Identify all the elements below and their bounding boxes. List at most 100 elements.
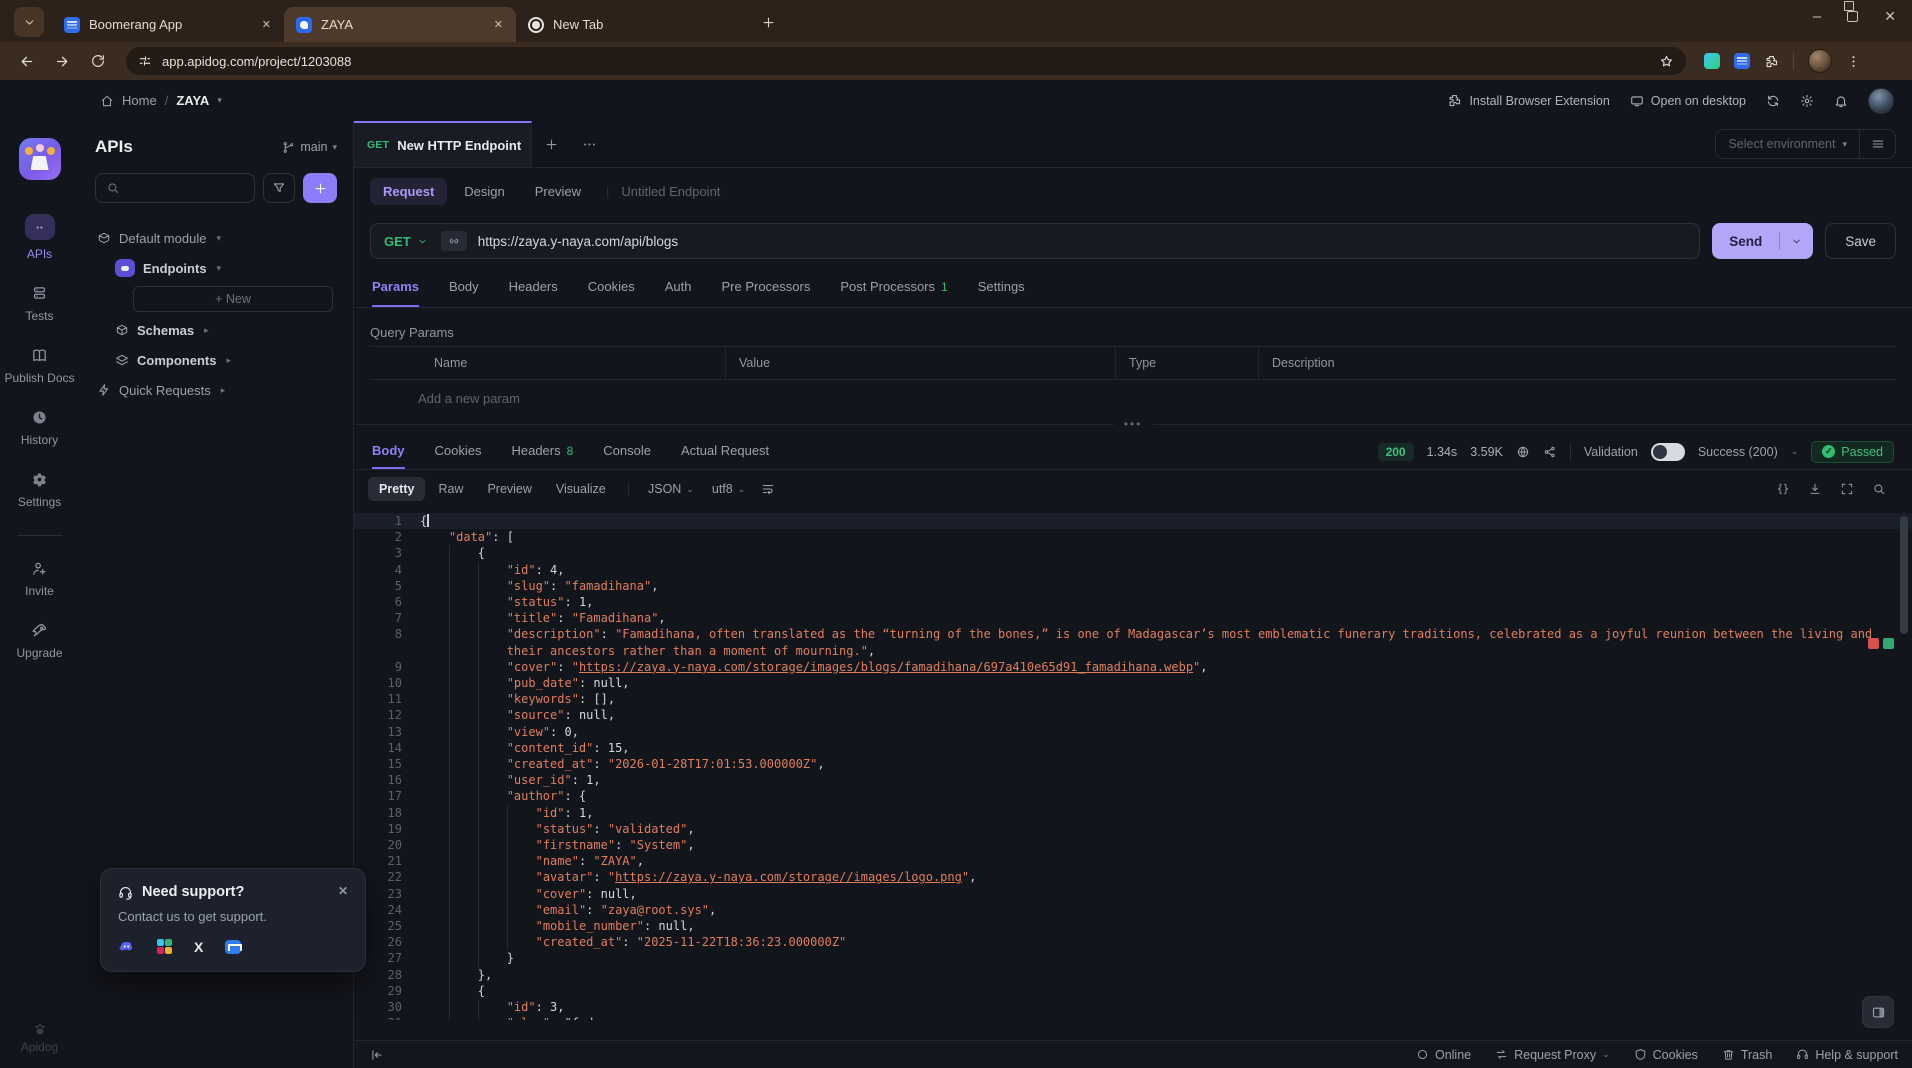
validation-result[interactable]: Success (200) [1698, 445, 1778, 459]
language-selector[interactable]: JSON⌄ [640, 477, 702, 501]
address-bar[interactable]: app.apidog.com/project/1203088 [126, 47, 1686, 75]
breadcrumb-home[interactable]: Home [122, 93, 157, 108]
rail-item-settings[interactable]: Settings [4, 471, 76, 509]
request-tab-post-processors[interactable]: Post Processors1 [840, 268, 947, 307]
rail-item-invite[interactable]: Invite [4, 560, 76, 598]
forward-button[interactable] [48, 47, 76, 75]
discord-icon[interactable] [118, 938, 135, 955]
response-tab-actual-request[interactable]: Actual Request [681, 434, 769, 469]
response-tab-cookies[interactable]: Cookies [435, 434, 482, 469]
base-url-icon[interactable] [441, 231, 467, 251]
request-nav-preview[interactable]: Preview [522, 178, 594, 205]
extension-1-icon[interactable] [1704, 53, 1720, 69]
browser-tab[interactable]: Boomerang App✕ [52, 7, 284, 42]
fullscreen-icon[interactable] [1840, 482, 1854, 496]
encoding-selector[interactable]: utf8⌄ [704, 477, 753, 501]
tree-item-components[interactable]: Components▸ [95, 345, 337, 375]
add-endpoint-tab-button[interactable] [532, 121, 570, 167]
method-selector[interactable]: GET [371, 234, 441, 249]
extensions-puzzle-icon[interactable] [1764, 54, 1779, 69]
close-support-icon[interactable]: ✕ [338, 884, 348, 898]
home-icon[interactable] [100, 94, 114, 108]
response-tab-body[interactable]: Body [372, 434, 405, 469]
browser-profile-avatar[interactable] [1808, 49, 1832, 73]
add-api-button[interactable] [303, 173, 337, 203]
download-icon[interactable] [1808, 482, 1822, 496]
back-button[interactable] [12, 47, 40, 75]
site-settings-icon[interactable] [138, 54, 152, 68]
collapse-sidebar-icon[interactable] [370, 1048, 384, 1062]
branch-selector[interactable]: main ▾ [282, 140, 337, 154]
environment-selector[interactable]: Select environment▾ [1716, 130, 1859, 159]
viewer-mode-visualize[interactable]: Visualize [545, 477, 617, 501]
add-param-row[interactable]: Add a new param [370, 380, 1896, 416]
close-tab-icon[interactable]: ✕ [491, 15, 506, 34]
rail-item-upgrade[interactable]: Upgrade [4, 622, 76, 660]
send-button[interactable]: Send [1712, 223, 1813, 259]
viewer-mode-raw[interactable]: Raw [427, 477, 474, 501]
panel-toggle-button[interactable] [1862, 996, 1894, 1028]
endpoint-tab[interactable]: GET New HTTP Endpoint [354, 121, 532, 167]
close-window-button[interactable]: ✕ [1884, 8, 1896, 25]
word-wrap-icon[interactable] [761, 482, 775, 496]
scrollbar-thumb[interactable] [1900, 516, 1908, 634]
minimize-button[interactable]: – [1813, 8, 1821, 25]
send-options-caret[interactable] [1779, 232, 1813, 250]
tab-search-button[interactable] [14, 7, 44, 37]
search-field[interactable] [128, 181, 244, 196]
statusbar-cookies[interactable]: Cookies [1634, 1048, 1698, 1062]
validation-toggle[interactable] [1651, 443, 1685, 461]
request-tab-headers[interactable]: Headers [509, 268, 558, 307]
tab-more-button[interactable] [570, 121, 608, 167]
browser-tab[interactable]: New Tab [516, 7, 748, 42]
rail-item-publish-docs[interactable]: Publish Docs [4, 347, 76, 385]
image-mark-green-icon[interactable] [1883, 638, 1894, 649]
request-nav-request[interactable]: Request [370, 178, 447, 205]
globe-icon[interactable] [1516, 445, 1530, 459]
request-tab-pre-processors[interactable]: Pre Processors [721, 268, 810, 307]
new-tab-button[interactable] [754, 8, 782, 36]
open-desktop-button[interactable]: Open on desktop [1630, 94, 1746, 108]
statusbar-online[interactable]: Online [1416, 1048, 1471, 1062]
response-body-editor[interactable]: 1{2"data": [3{4"id": 4,5"slug": "famadih… [354, 508, 1912, 1040]
request-tab-auth[interactable]: Auth [665, 268, 692, 307]
slack-icon[interactable] [157, 939, 172, 954]
mail-icon[interactable] [225, 940, 241, 954]
response-tab-console[interactable]: Console [603, 434, 651, 469]
request-tab-cookies[interactable]: Cookies [588, 268, 635, 307]
rail-item-history[interactable]: History [4, 409, 76, 447]
filter-button[interactable] [263, 173, 295, 203]
new-endpoint-button[interactable]: + New [133, 286, 333, 312]
install-extension-button[interactable]: Install Browser Extension [1447, 93, 1609, 108]
save-button[interactable]: Save [1825, 223, 1896, 259]
project-logo[interactable] [19, 138, 61, 180]
breadcrumb-project[interactable]: ZAYA [176, 93, 209, 108]
restore-button[interactable] [1847, 11, 1858, 22]
bookmark-star-icon[interactable] [1659, 54, 1674, 69]
tree-item-schemas[interactable]: Schemas▸ [95, 315, 337, 345]
tree-item-default-module[interactable]: Default module▾ [95, 223, 337, 253]
search-response-icon[interactable] [1872, 482, 1886, 496]
extension-2-icon[interactable] [1734, 53, 1750, 69]
tree-item-quick-requests[interactable]: Quick Requests▸ [95, 375, 337, 405]
panel-splitter[interactable]: ••• [354, 416, 1912, 434]
notifications-bell-icon[interactable] [1834, 94, 1848, 108]
refresh-icon[interactable] [1766, 94, 1780, 108]
format-braces-icon[interactable] [1776, 482, 1790, 496]
request-tab-settings[interactable]: Settings [978, 268, 1025, 307]
viewer-mode-pretty[interactable]: Pretty [368, 477, 425, 501]
close-tab-icon[interactable]: ✕ [259, 15, 274, 34]
search-input[interactable] [95, 173, 255, 203]
request-url[interactable]: https://zaya.y-naya.com/api/blogs [478, 234, 678, 249]
browser-menu-icon[interactable] [1846, 54, 1861, 69]
statusbar-request-proxy[interactable]: Request Proxy⌄ [1495, 1048, 1610, 1062]
response-tab-headers[interactable]: Headers8 [511, 434, 573, 469]
project-caret-icon[interactable]: ▾ [217, 95, 222, 106]
share-icon[interactable] [1543, 445, 1557, 459]
settings-gear-icon[interactable] [1800, 94, 1814, 108]
viewer-mode-preview[interactable]: Preview [476, 477, 542, 501]
statusbar-trash[interactable]: Trash [1722, 1048, 1773, 1062]
image-mark-red-icon[interactable] [1868, 638, 1879, 649]
rail-item-apis[interactable]: APIs [4, 214, 76, 261]
x-icon[interactable]: X [194, 939, 203, 955]
